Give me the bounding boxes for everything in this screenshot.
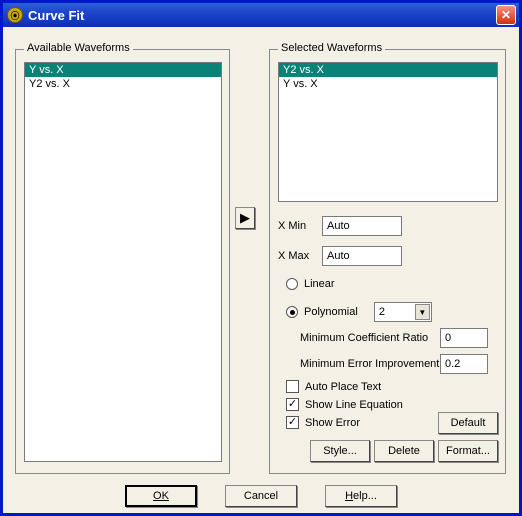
- checkbox-icon: ✓: [286, 398, 299, 411]
- selected-waveforms-group: Selected Waveforms Y2 vs. X Y vs. X X Mi…: [269, 49, 506, 474]
- move-right-button[interactable]: ▶: [235, 207, 255, 229]
- chevron-down-icon: ▼: [415, 304, 430, 320]
- help-button[interactable]: Help...: [325, 485, 397, 507]
- cancel-button[interactable]: Cancel: [225, 485, 297, 507]
- list-item[interactable]: Y vs. X: [279, 77, 497, 91]
- available-waveforms-list[interactable]: Y vs. X Y2 vs. X: [24, 62, 222, 462]
- list-item[interactable]: Y vs. X: [25, 63, 221, 77]
- available-waveforms-label: Available Waveforms: [24, 42, 133, 54]
- available-waveforms-group: Available Waveforms Y vs. X Y2 vs. X: [15, 49, 230, 474]
- show-err-label: Show Error: [305, 417, 360, 429]
- xmax-label: X Max: [278, 250, 322, 262]
- show-eq-label: Show Line Equation: [305, 399, 403, 411]
- xmin-input[interactable]: [322, 216, 402, 236]
- poly-order-value: 2: [375, 306, 385, 318]
- delete-button[interactable]: Delete: [374, 440, 434, 462]
- close-icon[interactable]: ✕: [496, 5, 516, 25]
- checkbox-icon: [286, 380, 299, 393]
- xmax-input[interactable]: [322, 246, 402, 266]
- ok-button[interactable]: OK: [125, 485, 197, 507]
- list-item[interactable]: Y2 vs. X: [279, 63, 497, 77]
- checkbox-icon: ✓: [286, 416, 299, 429]
- fit-linear-radio[interactable]: Linear: [286, 278, 335, 290]
- selected-waveforms-label: Selected Waveforms: [278, 42, 385, 54]
- dialog-buttons: OK Cancel Help...: [3, 485, 519, 507]
- curve-fit-dialog: ⦿ Curve Fit ✕ Available Waveforms Y vs. …: [0, 0, 522, 516]
- show-err-checkbox[interactable]: ✓ Show Error: [286, 416, 360, 429]
- fit-polynomial-radio[interactable]: Polynomial 2 ▼: [286, 302, 432, 322]
- auto-place-label: Auto Place Text: [305, 381, 381, 393]
- min-err-label: Minimum Error Improvement: [300, 358, 440, 370]
- auto-place-checkbox[interactable]: Auto Place Text: [286, 380, 381, 393]
- min-err-input[interactable]: [440, 354, 488, 374]
- fit-polynomial-label: Polynomial: [304, 306, 358, 318]
- style-button[interactable]: Style...: [310, 440, 370, 462]
- window-title: Curve Fit: [28, 8, 496, 23]
- format-button[interactable]: Format...: [438, 440, 498, 462]
- list-item[interactable]: Y2 vs. X: [25, 77, 221, 91]
- app-icon: ⦿: [7, 7, 23, 23]
- fit-linear-label: Linear: [304, 278, 335, 290]
- xmin-label: X Min: [278, 220, 322, 232]
- radio-icon: [286, 278, 298, 290]
- min-coef-input[interactable]: [440, 328, 488, 348]
- selected-waveforms-list[interactable]: Y2 vs. X Y vs. X: [278, 62, 498, 202]
- arrow-right-icon: ▶: [240, 210, 250, 226]
- min-coef-label: Minimum Coefficient Ratio: [300, 332, 440, 344]
- poly-order-select[interactable]: 2 ▼: [374, 302, 432, 322]
- dialog-content: Available Waveforms Y vs. X Y2 vs. X ▶ S…: [3, 27, 519, 513]
- default-button[interactable]: Default: [438, 412, 498, 434]
- show-eq-checkbox[interactable]: ✓ Show Line Equation: [286, 398, 403, 411]
- radio-icon: [286, 306, 298, 318]
- titlebar: ⦿ Curve Fit ✕: [3, 3, 519, 27]
